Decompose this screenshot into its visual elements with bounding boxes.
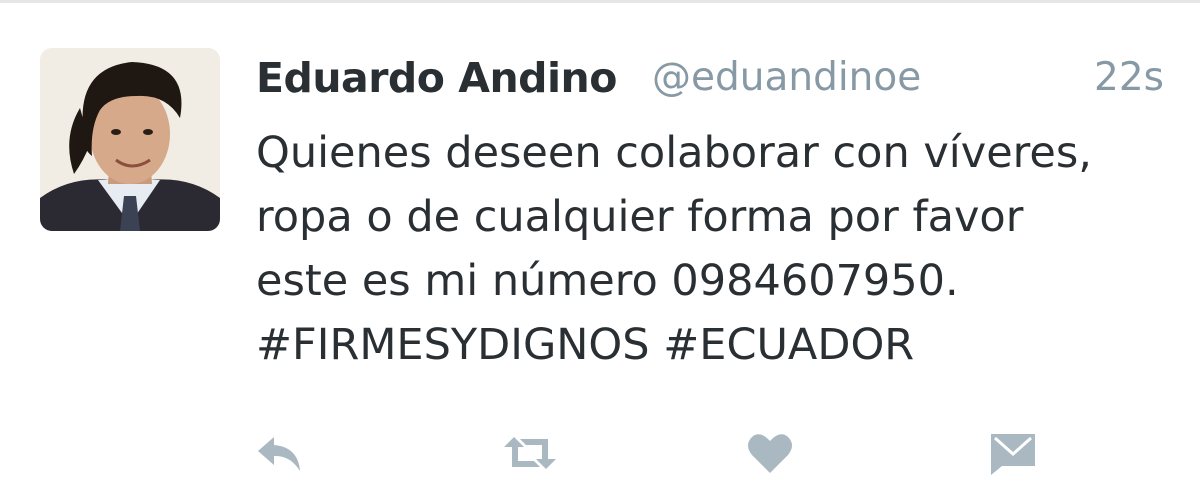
tweet-text-line: ropa o de cualquier forma por favor: [256, 192, 1024, 242]
tweet-text-line: Quienes deseen colaborar con víveres,: [256, 128, 1092, 178]
user-handle[interactable]: @eduandinoe: [652, 51, 921, 105]
tweet-header: Eduardo Andino @eduandinoe 22s: [256, 51, 1164, 111]
retweet-icon: [504, 437, 556, 469]
timestamp[interactable]: 22s: [1094, 51, 1164, 105]
reply-icon: [258, 437, 300, 471]
retweet-button[interactable]: [500, 423, 560, 483]
reply-button[interactable]: [250, 423, 310, 483]
tweet-actions: [0, 423, 1200, 483]
avatar-image: [40, 48, 220, 231]
display-name[interactable]: Eduardo Andino: [256, 51, 617, 105]
avatar[interactable]: [40, 48, 220, 231]
like-button[interactable]: [740, 423, 800, 483]
tweet-text: Quienes deseen colaborar con víveres, ro…: [256, 121, 1176, 377]
direct-message-button[interactable]: [983, 423, 1043, 483]
envelope-icon: [991, 434, 1035, 475]
heart-icon: [748, 434, 792, 473]
tweet-text-line: este es mi número 0984607950.: [256, 256, 959, 306]
tweet-text-line[interactable]: #FIRMESYDIGNOS #ECUADOR: [256, 313, 1176, 377]
tweet-card[interactable]: Eduardo Andino @eduandinoe 22s Quienes d…: [0, 3, 1200, 504]
